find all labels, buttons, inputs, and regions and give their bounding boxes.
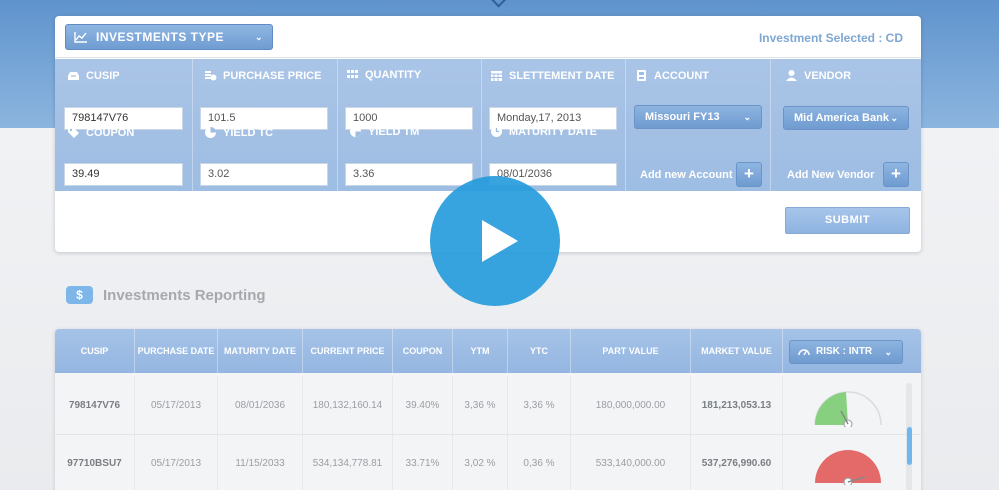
cell-purchase-date: 05/17/2013 — [135, 435, 218, 490]
column-divider — [192, 59, 193, 191]
column-divider — [770, 59, 771, 191]
submit-button[interactable]: SUBMIT — [785, 207, 910, 234]
purchase-price-label: PURCHASE PRICE — [204, 69, 321, 82]
yield-tc-label: YIELD TC — [204, 126, 273, 139]
user-icon — [786, 70, 797, 81]
form-panel: CUSIP PURCHASE PRICE QUANTITY SLETTEMENT… — [55, 59, 921, 191]
risk-select-value: RISK : INTR — [816, 346, 873, 357]
cell-cusip: 798147V76 — [55, 377, 135, 435]
column-divider — [337, 59, 338, 191]
cell-market-value: 181,213,053.13 — [691, 377, 783, 435]
vendor-label: VENDOR — [785, 69, 851, 82]
cell-current-price: 180,132,160.14 — [303, 377, 393, 435]
play-button[interactable] — [430, 176, 560, 306]
cell-cusip: 97710BSU7 — [55, 435, 135, 490]
account-select[interactable]: Missouri FY13 ⌄ — [634, 105, 762, 129]
calendar-icon — [491, 71, 502, 81]
table-row[interactable]: 798147V76 05/17/2013 08/01/2036 180,132,… — [55, 377, 921, 435]
pie-chart-icon — [205, 127, 216, 138]
add-account-button[interactable]: + — [736, 162, 762, 187]
coupon-input[interactable]: 39.49 — [64, 163, 183, 186]
column-header-ytc[interactable]: YTC — [508, 329, 571, 373]
risk-select[interactable]: RISK : INTR ⌄ — [789, 340, 903, 364]
quantity-label: QUANTITY — [346, 68, 421, 81]
cell-market-value: 537,276,990.60 — [691, 435, 783, 490]
cell-ytm: 3,02 % — [453, 435, 508, 490]
coupon-label: COUPON — [67, 126, 134, 139]
table-scrollbar-thumb[interactable] — [907, 427, 912, 465]
clock-icon — [491, 126, 502, 137]
bank-card-icon — [637, 70, 646, 81]
inbox-icon — [68, 72, 79, 80]
vendor-select[interactable]: Mid America Bank ⌄ — [783, 106, 909, 130]
cell-coupon: 39.40% — [393, 377, 453, 435]
add-account-label: Add new Account — [640, 169, 733, 181]
chevron-down-icon: ⌄ — [254, 32, 263, 42]
investment-type-label: INVESTMENTS TYPE — [96, 30, 225, 44]
column-header-market-value[interactable]: MARKET VALUE — [691, 329, 783, 373]
coins-icon — [205, 71, 217, 81]
column-header-purchase-date[interactable]: PURCHASE DATE — [135, 329, 218, 373]
cell-part-value: 533,140,000.00 — [571, 435, 691, 490]
cell-current-price: 534,134,778.81 — [303, 435, 393, 490]
column-header-current-price[interactable]: CURRENT PRICE — [303, 329, 393, 373]
settlement-date-label: SLETTEMENT DATE — [490, 69, 615, 82]
chevron-down-icon: ⌄ — [743, 112, 751, 122]
cell-purchase-date: 05/17/2013 — [135, 377, 218, 435]
reporting-title: Investments Reporting — [103, 286, 266, 304]
cell-ytc: 0,36 % — [508, 435, 571, 490]
pie-chart-icon — [350, 126, 361, 137]
table-header: CUSIP PURCHASE DATE MATURITY DATE CURREN… — [55, 329, 921, 373]
gauge-icon — [798, 349, 810, 356]
column-header-maturity-date[interactable]: MATURITY DATE — [218, 329, 303, 373]
investment-selected-label: Investment Selected : CD — [758, 31, 903, 45]
cell-maturity-date: 11/15/2033 — [218, 435, 303, 490]
maturity-date-label: MATURITY DATE — [490, 125, 597, 138]
yield-tc-input[interactable]: 3.02 — [200, 163, 328, 186]
yield-tm-label: YIELD TM — [349, 125, 419, 138]
column-divider — [481, 59, 482, 191]
cell-coupon: 33.71% — [393, 435, 453, 490]
cell-ytm: 3,36 % — [453, 377, 508, 435]
cell-ytc: 3,36 % — [508, 377, 571, 435]
investments-table: CUSIP PURCHASE DATE MATURITY DATE CURREN… — [55, 329, 921, 490]
cell-maturity-date: 08/01/2036 — [218, 377, 303, 435]
dollar-icon: $ — [66, 286, 93, 304]
column-header-coupon[interactable]: COUPON — [393, 329, 453, 373]
play-icon — [482, 220, 518, 262]
form-header: INVESTMENTS TYPE ⌄ Investment Selected :… — [55, 16, 921, 58]
reporting-heading: $ Investments Reporting — [66, 286, 266, 304]
tag-icon — [68, 127, 79, 138]
yield-tm-input[interactable]: 3.36 — [345, 163, 473, 186]
risk-gauge-fill — [814, 392, 848, 425]
column-divider — [625, 59, 626, 191]
column-header-part-value[interactable]: PART VALUE — [571, 329, 691, 373]
vendor-select-value: Mid America Bank — [794, 112, 889, 124]
account-select-value: Missouri FY13 — [645, 111, 720, 123]
account-label: ACCOUNT — [635, 69, 709, 82]
investment-type-select[interactable]: INVESTMENTS TYPE ⌄ — [65, 24, 273, 50]
chevron-down-icon: ⌄ — [890, 113, 898, 123]
add-vendor-label: Add New Vendor — [787, 169, 875, 181]
grid-icon — [347, 70, 358, 78]
cell-part-value: 180,000,000.00 — [571, 377, 691, 435]
risk-gauge-icon — [815, 450, 881, 485]
table-row[interactable]: 97710BSU7 05/17/2013 11/15/2033 534,134,… — [55, 435, 921, 490]
column-header-ytm[interactable]: YTM — [453, 329, 508, 373]
risk-gauge-icon — [814, 391, 882, 427]
add-vendor-button[interactable]: + — [883, 162, 909, 187]
chevron-down-icon: ⌄ — [884, 347, 892, 357]
cusip-label: CUSIP — [67, 69, 120, 82]
chart-line-icon — [74, 32, 87, 43]
column-header-cusip[interactable]: CUSIP — [55, 329, 135, 373]
